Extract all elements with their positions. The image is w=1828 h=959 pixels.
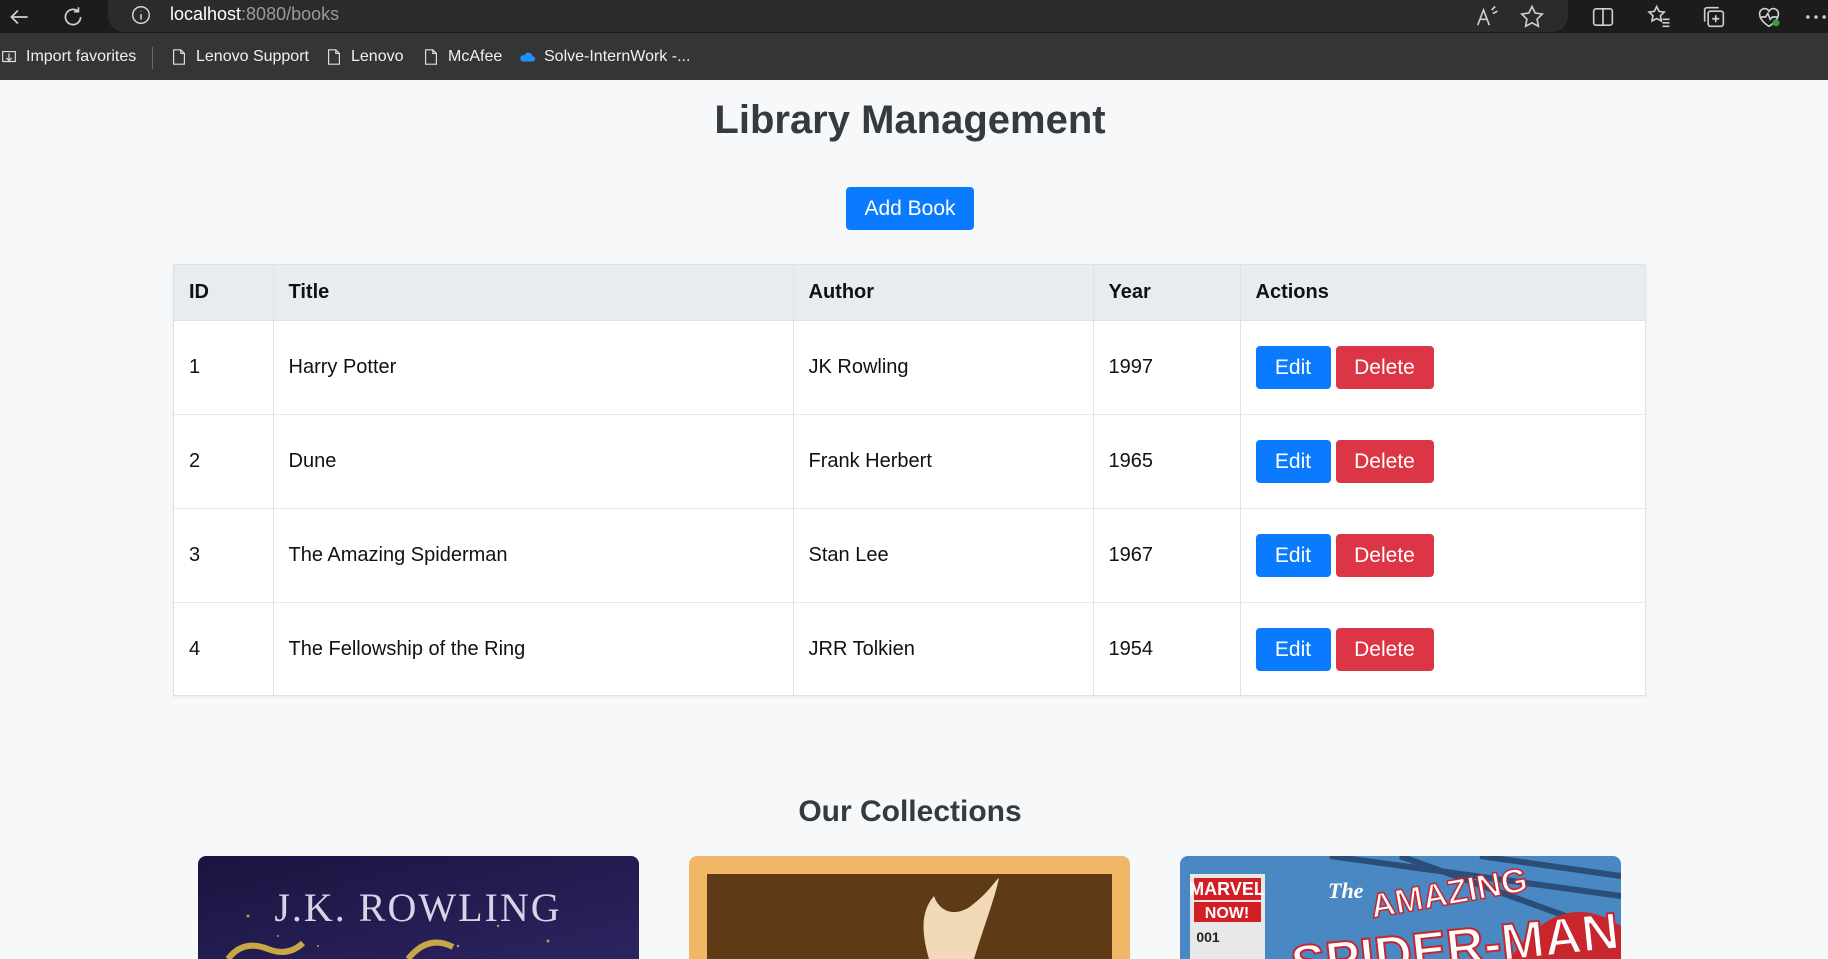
cell-id: 3 — [174, 508, 274, 602]
url-text[interactable]: localhost:8080/books — [170, 4, 339, 25]
collections-title: Our Collections — [798, 795, 1022, 828]
table-row: 4 The Fellowship of the Ring JRR Tolkien… — [174, 602, 1645, 696]
column-header-year: Year — [1093, 265, 1241, 321]
bookmark-mcafee[interactable]: McAfee — [422, 46, 502, 68]
url-host: localhost — [170, 4, 242, 24]
cell-author: JK Rowling — [793, 320, 1094, 414]
table-row: 3 The Amazing Spiderman Stan Lee 1967 Ed… — [174, 508, 1645, 602]
cell-id: 4 — [174, 602, 274, 696]
url-path: :8080/books — [241, 4, 340, 24]
harry-potter-cover-image: J.K. ROWLING — [198, 856, 639, 959]
cell-actions: Edit Delete — [1240, 320, 1645, 414]
page-icon — [425, 49, 437, 65]
cell-author: Stan Lee — [793, 508, 1094, 602]
bookmark-label: Import favorites — [26, 48, 137, 65]
bookmarks-bar: Import favorites Lenovo Support Lenovo M… — [0, 33, 1828, 80]
bookmark-label: McAfee — [448, 48, 503, 65]
page-icon — [173, 49, 185, 65]
cell-year: 1997 — [1093, 320, 1241, 414]
cover-marvel-text: MARVEL — [1189, 879, 1265, 899]
dune-cover-image — [689, 856, 1130, 959]
split-screen-icon[interactable] — [1589, 3, 1617, 31]
add-book-button[interactable]: Add Book — [846, 187, 974, 230]
cell-id: 1 — [174, 320, 274, 414]
favorite-star-icon[interactable] — [1518, 3, 1546, 31]
edit-button[interactable]: Edit — [1255, 439, 1331, 483]
edit-button[interactable]: Edit — [1255, 533, 1331, 577]
bookmark-solve-internwork[interactable]: Solve-InternWork -... — [518, 46, 690, 68]
page-icon — [328, 49, 340, 65]
address-bar[interactable]: localhost:8080/books — [108, 0, 1568, 32]
collections-icon[interactable] — [1700, 3, 1728, 31]
page-title: Library Management — [714, 98, 1106, 142]
column-header-actions: Actions — [1240, 265, 1645, 321]
delete-button[interactable]: Delete — [1335, 533, 1434, 577]
cell-title: Harry Potter — [273, 320, 794, 414]
spiderman-cover-image: MARVEL NOW! 001 The AMAZING SPIDER-MAN — [1180, 856, 1621, 959]
delete-button[interactable]: Delete — [1335, 627, 1434, 671]
bookmarks-divider — [152, 47, 153, 69]
bookmark-label: Solve-InternWork -... — [544, 48, 691, 65]
import-icon — [2, 51, 16, 63]
edit-button[interactable]: Edit — [1255, 627, 1331, 671]
cell-title: Dune — [273, 414, 794, 508]
info-icon[interactable] — [130, 4, 152, 26]
cover-the-text: The — [1328, 878, 1364, 903]
collection-card-dune[interactable] — [689, 856, 1130, 959]
read-aloud-icon[interactable] — [1473, 3, 1501, 31]
bookmark-import-favorites[interactable]: Import favorites — [0, 46, 136, 68]
cell-author: JRR Tolkien — [793, 602, 1094, 696]
cover-author-text: J.K. ROWLING — [274, 885, 561, 930]
books-table: ID Title Author Year Actions 1 Harry Pot… — [173, 264, 1646, 696]
column-header-author: Author — [793, 265, 1094, 321]
table-row: 2 Dune Frank Herbert 1965 Edit Delete — [174, 414, 1645, 508]
cover-now-text: NOW! — [1205, 905, 1249, 922]
cell-year: 1965 — [1093, 414, 1241, 508]
collection-card-harry-potter[interactable]: J.K. ROWLING — [198, 856, 639, 959]
table-row: 1 Harry Potter JK Rowling 1997 Edit Delet… — [174, 320, 1645, 414]
favorites-list-icon[interactable] — [1645, 3, 1673, 31]
cell-id: 2 — [174, 414, 274, 508]
bookmark-label: Lenovo — [351, 48, 404, 65]
browser-toolbar: localhost:8080/books — [0, 0, 1828, 33]
bookmark-lenovo[interactable]: Lenovo — [325, 46, 404, 68]
cell-actions: Edit Delete — [1240, 602, 1645, 696]
cell-year: 1954 — [1093, 602, 1241, 696]
cell-author: Frank Herbert — [793, 414, 1094, 508]
bookmark-label: Lenovo Support — [196, 48, 309, 65]
delete-button[interactable]: Delete — [1335, 345, 1434, 389]
cell-title: The Amazing Spiderman — [273, 508, 794, 602]
cover-issue-text: 001 — [1196, 929, 1220, 945]
column-header-id: ID — [174, 265, 274, 321]
more-options-icon[interactable] — [1802, 3, 1828, 31]
cell-title: The Fellowship of the Ring — [273, 602, 794, 696]
refresh-icon[interactable] — [60, 4, 86, 30]
table-header-row: ID Title Author Year Actions — [174, 265, 1645, 321]
browser-essentials-icon[interactable] — [1755, 3, 1783, 31]
cell-year: 1967 — [1093, 508, 1241, 602]
delete-button[interactable]: Delete — [1335, 439, 1434, 483]
collection-card-spiderman[interactable]: MARVEL NOW! 001 The AMAZING SPIDER-MAN — [1180, 856, 1621, 959]
bookmark-lenovo-support[interactable]: Lenovo Support — [170, 46, 309, 68]
edit-button[interactable]: Edit — [1255, 345, 1331, 389]
column-header-title: Title — [273, 265, 794, 321]
cell-actions: Edit Delete — [1240, 414, 1645, 508]
onedrive-cloud-icon — [520, 52, 536, 62]
back-arrow-icon[interactable] — [6, 4, 32, 30]
cell-actions: Edit Delete — [1240, 508, 1645, 602]
